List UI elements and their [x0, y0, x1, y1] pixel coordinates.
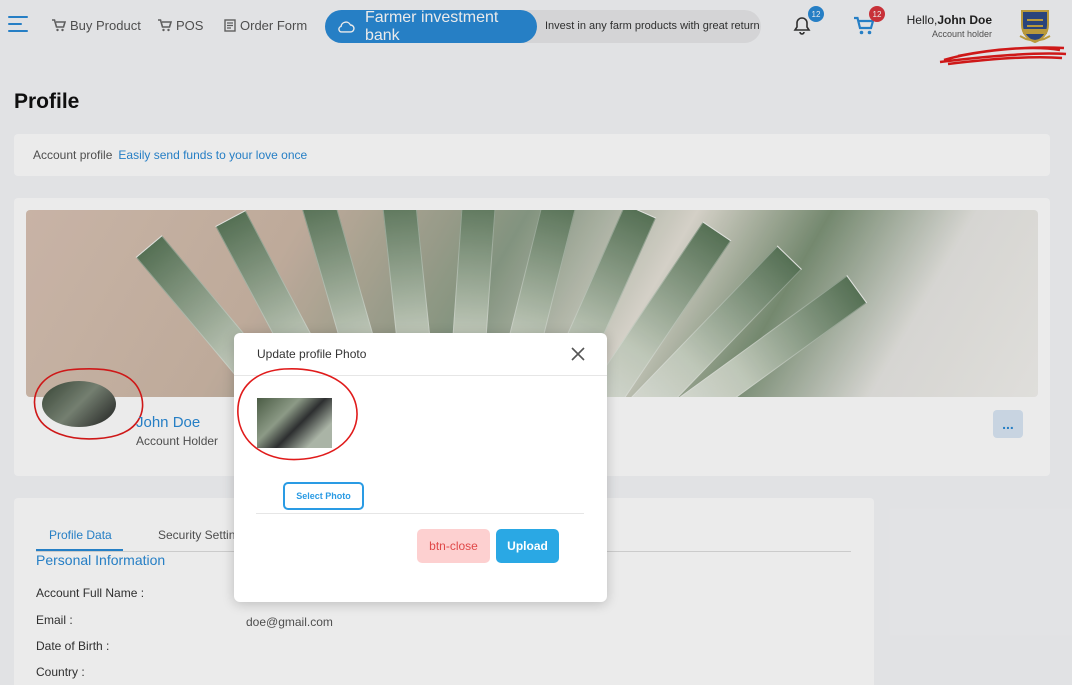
close-button[interactable]: btn-close: [417, 529, 490, 563]
select-photo-button[interactable]: Select Photo: [283, 482, 364, 510]
annotation-circle: [237, 368, 358, 461]
modal-footer-divider: [256, 513, 584, 514]
modal-title: Update profile Photo: [257, 347, 367, 361]
update-photo-modal: Update profile Photo Select Photo btn-cl…: [234, 333, 607, 602]
close-icon[interactable]: [570, 346, 586, 362]
upload-button[interactable]: Upload: [496, 529, 559, 563]
